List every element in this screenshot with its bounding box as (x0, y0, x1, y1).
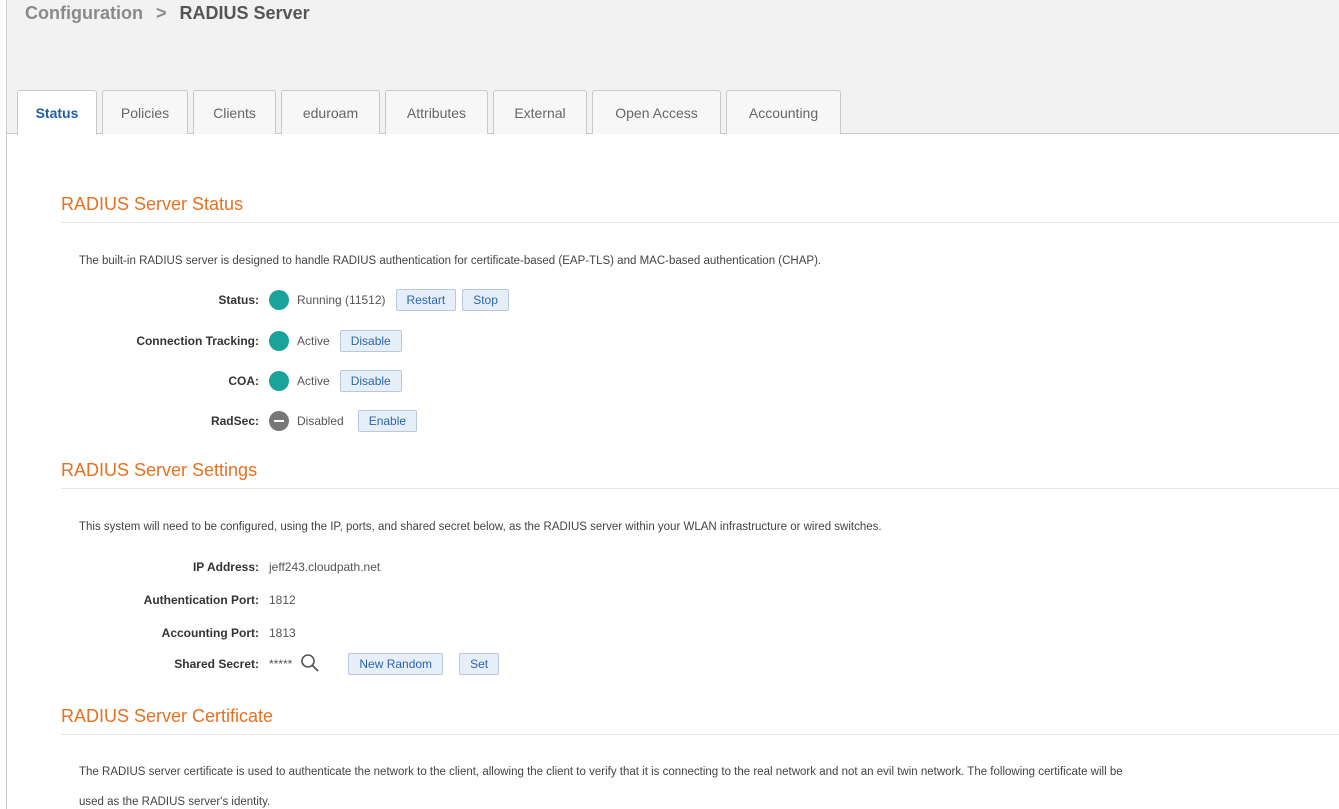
coa-label: COA: (228, 374, 259, 388)
acct-port-label: Accounting Port: (161, 626, 259, 640)
status-description: The built-in RADIUS server is designed t… (79, 255, 822, 267)
coa-disable-button[interactable]: Disable (339, 370, 402, 392)
coa-row: COA: Active Disable (7, 369, 402, 393)
acct-port-value: 1813 (269, 626, 296, 640)
settings-section-title: RADIUS Server Settings (61, 460, 258, 480)
auth-port-row: Authentication Port: 1812 (7, 588, 296, 612)
breadcrumb-parent[interactable]: Configuration (25, 3, 143, 23)
magnifier-icon (301, 653, 319, 672)
tab-external[interactable]: External (493, 90, 587, 134)
radsec-row: RadSec: Disabled Enable (7, 409, 418, 433)
radsec-enable-button[interactable]: Enable (357, 410, 418, 432)
status-label: Status: (218, 293, 259, 307)
ip-address-row: IP Address: jeff243.cloudpath.net (7, 555, 380, 579)
radsec-value: Disabled (297, 414, 344, 428)
restart-button[interactable]: Restart (395, 289, 457, 311)
reveal-secret-search-icon[interactable] (300, 653, 320, 676)
disabled-indicator-icon (269, 411, 289, 431)
tab-accounting[interactable]: Accounting (726, 90, 841, 134)
tab-attributes[interactable]: Attributes (385, 90, 488, 134)
ip-address-value: jeff243.cloudpath.net (269, 560, 381, 574)
breadcrumb-current: RADIUS Server (179, 3, 310, 23)
breadcrumb: Configuration > RADIUS Server (25, 3, 310, 24)
page-header: Configuration > RADIUS Server Status Pol… (7, 0, 1339, 135)
running-indicator-icon (269, 290, 289, 310)
shared-secret-value: ***** (269, 657, 293, 671)
tab-bar: Status Policies Clients eduroam Attribut… (17, 90, 846, 135)
settings-description: This system will need to be configured, … (79, 521, 882, 533)
auth-port-value: 1812 (269, 593, 296, 607)
divider (61, 222, 1339, 223)
ip-address-label: IP Address: (192, 560, 259, 574)
divider (61, 488, 1339, 489)
app-frame: Configuration > RADIUS Server Status Pol… (6, 0, 1339, 809)
coa-value: Active (297, 374, 330, 388)
connection-tracking-label: Connection Tracking: (136, 334, 259, 348)
active-indicator-icon (269, 371, 289, 391)
connection-tracking-disable-button[interactable]: Disable (339, 330, 402, 352)
tab-open-access[interactable]: Open Access (592, 90, 721, 134)
status-value: Running (11512) (297, 293, 386, 307)
breadcrumb-separator: > (156, 3, 167, 23)
status-section-title: RADIUS Server Status (61, 194, 244, 214)
shared-secret-row: Shared Secret: ***** New Random Set (7, 652, 500, 676)
tab-policies[interactable]: Policies (102, 90, 188, 134)
new-random-button[interactable]: New Random (348, 653, 444, 675)
active-indicator-icon (269, 331, 289, 351)
tab-eduroam[interactable]: eduroam (281, 90, 380, 134)
status-row: Status: Running (11512) Restart Stop (7, 288, 509, 312)
certificate-description-line2: used as the RADIUS server's identity. (79, 796, 271, 808)
connection-tracking-value: Active (297, 334, 330, 348)
shared-secret-label: Shared Secret: (174, 657, 259, 671)
tab-status[interactable]: Status (17, 90, 97, 135)
connection-tracking-row: Connection Tracking: Active Disable (7, 329, 402, 353)
certificate-section-title: RADIUS Server Certificate (61, 706, 274, 726)
tab-clients[interactable]: Clients (193, 90, 276, 134)
auth-port-label: Authentication Port: (143, 593, 259, 607)
stop-button[interactable]: Stop (462, 289, 509, 311)
divider (61, 734, 1339, 735)
acct-port-row: Accounting Port: 1813 (7, 621, 296, 645)
certificate-description-line1: The RADIUS server certificate is used to… (79, 766, 1123, 778)
radsec-label: RadSec: (210, 414, 259, 428)
set-secret-button[interactable]: Set (459, 653, 500, 675)
